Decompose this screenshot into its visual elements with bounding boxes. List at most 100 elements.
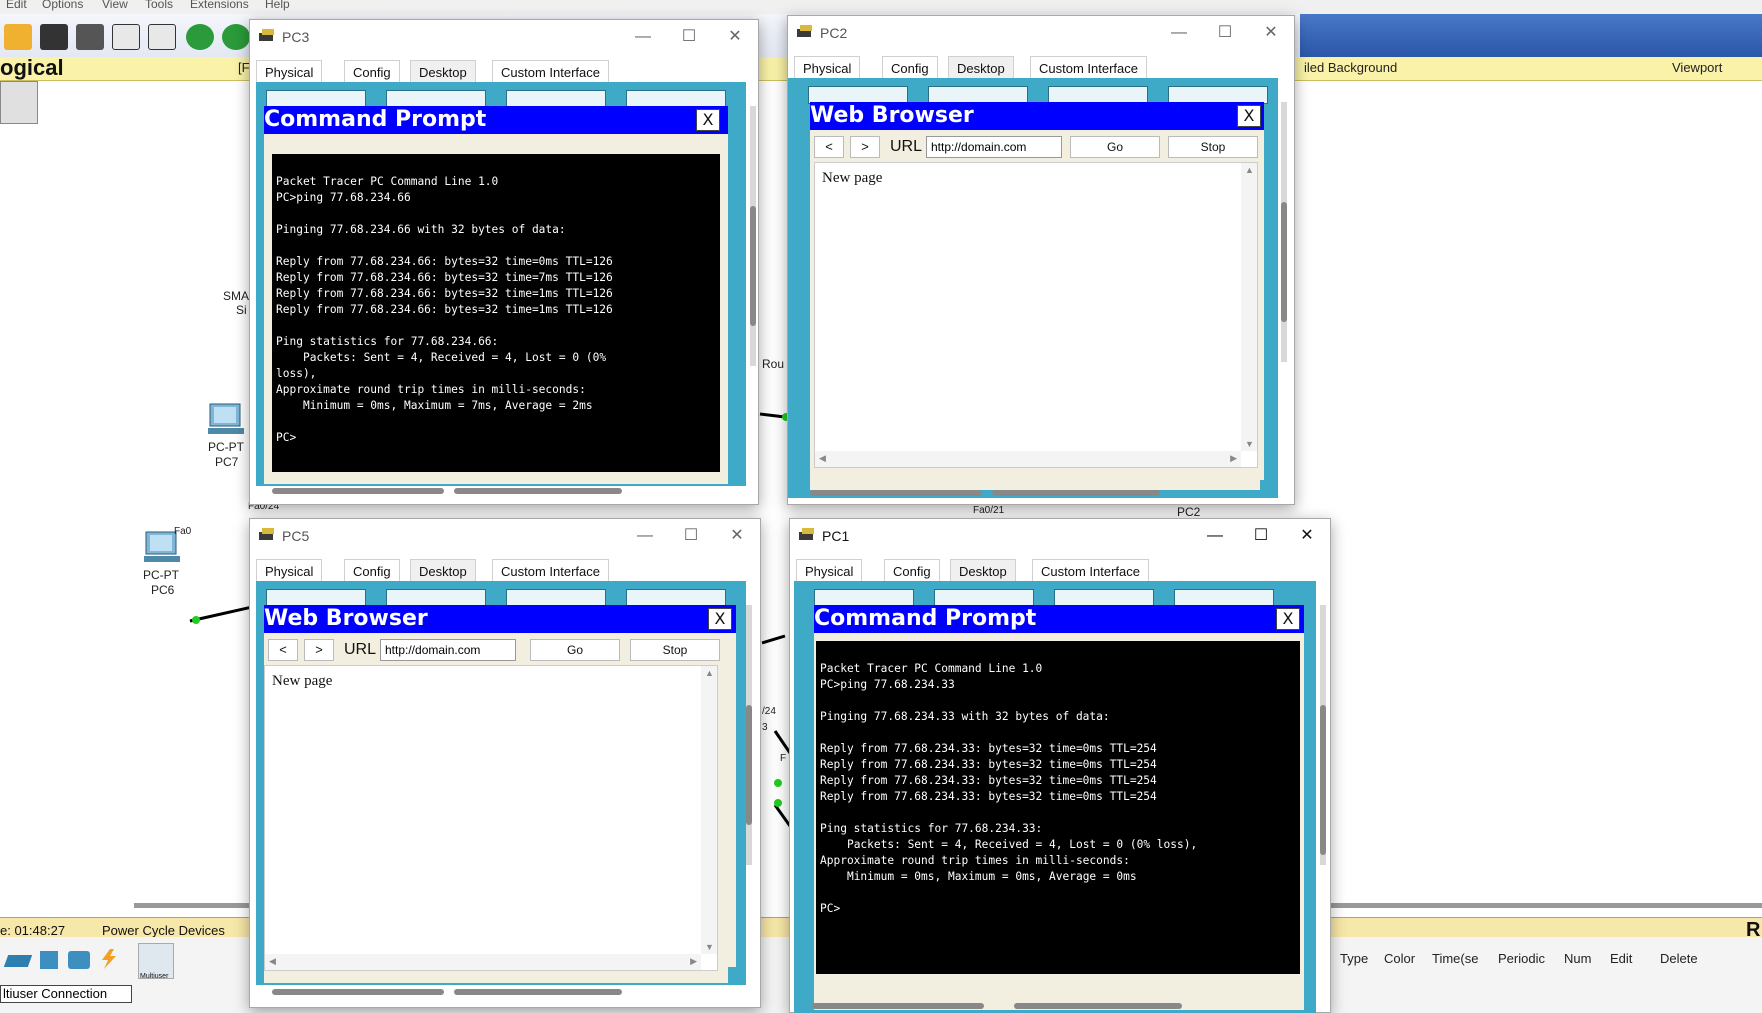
minimize-icon[interactable]: — (1164, 22, 1194, 44)
browser-page[interactable]: New page ▲ ▼ ◀ ▶ (814, 162, 1258, 468)
minimize-icon[interactable]: — (628, 26, 658, 48)
maximize-icon[interactable]: ☐ (676, 525, 706, 547)
maximize-icon[interactable]: ☐ (1246, 525, 1276, 547)
vertical-scrollbar[interactable] (746, 605, 752, 865)
close-icon[interactable]: ✕ (1292, 525, 1322, 547)
redo-icon[interactable] (222, 24, 250, 50)
app-close-button[interactable]: X (696, 109, 720, 131)
col-periodic[interactable]: Periodic (1498, 951, 1545, 966)
switch-category-icon[interactable] (40, 951, 58, 969)
tab-physical[interactable]: Physical (794, 56, 861, 80)
minimize-icon[interactable]: — (1200, 525, 1230, 547)
url-input[interactable]: http://domain.com (380, 639, 516, 661)
menu-edit[interactable]: Edit (6, 0, 27, 11)
tiled-background-label[interactable]: iled Background (1304, 60, 1397, 75)
workspace-hscroll-thumb-right[interactable] (1330, 903, 1762, 908)
pc2-titlebar[interactable]: PC2 — ☐ ✕ (788, 16, 1294, 50)
notes-icon[interactable] (148, 24, 176, 50)
page-vertical-scrollbar[interactable]: ▲ ▼ (1241, 163, 1257, 451)
col-type[interactable]: Type (1340, 951, 1368, 966)
router-category-icon[interactable] (3, 955, 33, 967)
tab-physical[interactable]: Physical (796, 559, 863, 583)
tab-custom-interface[interactable]: Custom Interface (492, 559, 609, 583)
vertical-scrollbar[interactable] (1281, 102, 1287, 362)
close-icon[interactable]: ✕ (1256, 22, 1286, 44)
tab-config[interactable]: Config (884, 559, 940, 583)
tab-physical[interactable]: Physical (256, 559, 323, 583)
menu-extensions[interactable]: Extensions (190, 0, 249, 11)
minimize-icon[interactable]: — (630, 525, 660, 547)
horizontal-scrollbar-thumb[interactable] (454, 488, 622, 494)
app-close-button[interactable]: X (708, 608, 732, 630)
horizontal-scrollbar-thumb[interactable] (812, 1003, 984, 1009)
terminal-output[interactable]: Packet Tracer PC Command Line 1.0 PC>pin… (272, 154, 720, 472)
pc5-titlebar[interactable]: PC5 — ☐ ✕ (250, 519, 760, 553)
page-horizontal-scrollbar[interactable]: ◀ ▶ (265, 954, 701, 970)
back-button[interactable]: < (268, 639, 298, 661)
stop-button[interactable]: Stop (1168, 136, 1258, 158)
col-time[interactable]: Time(se (1432, 951, 1478, 966)
menu-tools[interactable]: Tools (145, 0, 173, 11)
forward-button[interactable]: > (304, 639, 334, 661)
connections-category-icon[interactable] (98, 949, 120, 969)
back-button[interactable]: < (814, 136, 844, 158)
tab-desktop[interactable]: Desktop (948, 56, 1014, 80)
horizontal-scrollbar-thumb[interactable] (272, 488, 444, 494)
tab-config[interactable]: Config (344, 60, 400, 84)
app-close-button[interactable]: X (1276, 608, 1300, 630)
activity-wizard-icon[interactable] (112, 24, 140, 50)
maximize-icon[interactable]: ☐ (674, 26, 704, 48)
menu-view[interactable]: View (102, 0, 128, 11)
pc7-device-icon[interactable] (206, 402, 246, 438)
link-lower (773, 730, 792, 754)
terminal-output[interactable]: Packet Tracer PC Command Line 1.0 PC>pin… (816, 641, 1300, 974)
pc3-titlebar[interactable]: PC3 — ☐ ✕ (250, 20, 758, 54)
undo-icon[interactable] (186, 24, 214, 50)
horizontal-scrollbar-thumb[interactable] (810, 490, 982, 496)
link-light-green (774, 779, 782, 787)
go-button[interactable]: Go (1070, 136, 1160, 158)
col-color[interactable]: Color (1384, 951, 1415, 966)
tab-physical[interactable]: Physical (256, 60, 323, 84)
pc1-titlebar[interactable]: PC1 — ☐ ✕ (790, 519, 1330, 553)
app-close-button[interactable]: X (1237, 105, 1261, 127)
maximize-icon[interactable]: ☐ (1210, 22, 1240, 44)
menu-options[interactable]: Options (42, 0, 83, 11)
go-button[interactable]: Go (530, 639, 620, 661)
menu-help[interactable]: Help (265, 0, 290, 11)
tab-desktop[interactable]: Desktop (410, 559, 476, 583)
viewport-label[interactable]: Viewport (1672, 60, 1722, 75)
close-icon[interactable]: ✕ (720, 26, 750, 48)
power-cycle-devices-button[interactable]: Power Cycle Devices (102, 923, 225, 938)
page-horizontal-scrollbar[interactable]: ◀ ▶ (815, 451, 1241, 467)
horizontal-scrollbar-thumb[interactable] (992, 490, 1160, 496)
logical-view-label[interactable]: ogical (0, 55, 64, 81)
forward-button[interactable]: > (850, 136, 880, 158)
save-icon[interactable] (40, 24, 68, 50)
col-delete[interactable]: Delete (1660, 951, 1698, 966)
workspace-hscroll-thumb[interactable] (134, 903, 254, 908)
tab-custom-interface[interactable]: Custom Interface (1032, 559, 1149, 583)
open-folder-icon[interactable] (4, 24, 32, 50)
vertical-scrollbar[interactable] (750, 106, 756, 366)
horizontal-scrollbar-thumb[interactable] (272, 989, 444, 995)
col-num[interactable]: Num (1564, 951, 1591, 966)
horizontal-scrollbar-thumb[interactable] (454, 989, 622, 995)
device-icon[interactable] (0, 81, 38, 124)
wireless-category-icon[interactable] (68, 951, 90, 969)
print-icon[interactable] (76, 24, 104, 50)
tab-desktop[interactable]: Desktop (410, 60, 476, 84)
tab-desktop[interactable]: Desktop (950, 559, 1016, 583)
close-icon[interactable]: ✕ (722, 525, 752, 547)
page-vertical-scrollbar[interactable]: ▲ ▼ (701, 666, 717, 954)
col-edit[interactable]: Edit (1610, 951, 1632, 966)
tab-custom-interface[interactable]: Custom Interface (1030, 56, 1147, 80)
stop-button[interactable]: Stop (630, 639, 720, 661)
tab-config[interactable]: Config (882, 56, 938, 80)
vertical-scrollbar[interactable] (1320, 605, 1326, 865)
tab-custom-interface[interactable]: Custom Interface (492, 60, 609, 84)
browser-page[interactable]: New page ▲ ▼ ◀ ▶ (264, 665, 718, 971)
horizontal-scrollbar-thumb[interactable] (1014, 1003, 1182, 1009)
url-input[interactable]: http://domain.com (926, 136, 1062, 158)
tab-config[interactable]: Config (344, 559, 400, 583)
